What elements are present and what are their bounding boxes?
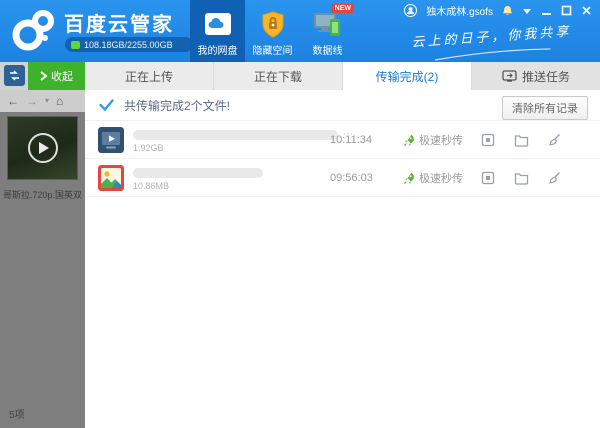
dropdown-caret-icon[interactable]: ▾	[45, 97, 49, 105]
transfer-tabs: 正在上传 正在下载 传输完成(2) 推送任务	[85, 62, 600, 90]
nav-item-hidden-space[interactable]: 隐藏空间	[245, 0, 300, 62]
header: 百度云管家 108.18GB/2255.00GB 我的网盘 隐藏空间 NEW 数…	[0, 0, 600, 62]
storage-progress-fill	[71, 40, 80, 49]
tab-label: 传输完成(2)	[375, 69, 439, 84]
browser-nav-strip: ← → ▾ ⌂	[0, 90, 85, 112]
titlebar-controls: 独木成林.gsofs	[404, 3, 592, 18]
play-triangle	[39, 142, 49, 154]
forward-arrow-icon[interactable]: →	[26, 95, 38, 107]
rocket-icon	[404, 172, 414, 184]
avatar[interactable]	[404, 4, 418, 17]
chevron-down-icon[interactable]	[522, 7, 532, 15]
rocket-icon	[404, 134, 414, 146]
tab-uploading[interactable]: 正在上传	[85, 62, 214, 90]
tab-label: 正在上传	[124, 69, 173, 84]
file-size: 10.86MB	[133, 181, 170, 191]
rapid-upload-label: 极速秒传	[419, 135, 463, 147]
share-icon[interactable]	[480, 170, 496, 186]
file-row[interactable]: ⋯ 1.92GB 10:11:34 极速秒传	[85, 121, 600, 159]
tab-downloading[interactable]: 正在下载	[214, 62, 343, 90]
maximize-icon[interactable]	[561, 5, 572, 16]
push-monitor-icon	[502, 70, 517, 82]
redacted-filename	[133, 130, 338, 140]
file-time: 09:56:03	[330, 172, 373, 184]
close-icon[interactable]	[581, 5, 592, 16]
file-size: 1.92GB	[133, 143, 164, 153]
storage-text: 108.18GB/2255.00GB	[84, 39, 173, 50]
app-window: 百度云管家 108.18GB/2255.00GB 我的网盘 隐藏空间 NEW 数…	[0, 0, 600, 428]
nav-label: 数据线	[312, 46, 343, 57]
chevron-right-icon	[40, 71, 47, 81]
check-icon	[99, 99, 114, 111]
minimize-icon[interactable]	[541, 5, 552, 16]
video-thumbnail[interactable]	[7, 116, 78, 180]
collapse-label: 收起	[51, 71, 73, 83]
image-file-icon	[98, 165, 124, 191]
tab-completed[interactable]: 传输完成(2)	[343, 62, 472, 90]
summary-row: 共传输完成2个文件! 清除所有记录	[85, 90, 600, 121]
dimmed-sidebar: ← → ▾ ⌂ 哥斯拉.720p.国英双 5项	[0, 90, 85, 428]
my-drive-cloud-icon	[204, 8, 232, 40]
nav-label: 我的网盘	[197, 46, 238, 57]
slogan-underline	[434, 48, 551, 61]
file-row[interactable]: 10.86MB 09:56:03 极速秒传	[85, 159, 600, 197]
transfer-mini-icon[interactable]	[4, 65, 25, 86]
header-nav: 我的网盘 隐藏空间 NEW 数据线	[190, 0, 355, 62]
nav-item-data-line[interactable]: NEW 数据线	[300, 0, 355, 62]
open-folder-icon[interactable]	[513, 170, 529, 186]
tab-label: 正在下载	[253, 69, 302, 84]
redacted-filename	[133, 168, 263, 178]
bell-icon[interactable]	[502, 5, 513, 17]
clear-all-records-button[interactable]: 清除所有记录	[502, 96, 588, 120]
baidu-cloud-logo-icon	[12, 10, 54, 51]
home-icon[interactable]: ⌂	[56, 95, 63, 107]
share-icon[interactable]	[480, 132, 496, 148]
nav-item-my-drive[interactable]: 我的网盘	[190, 0, 245, 62]
play-button-icon[interactable]	[27, 133, 58, 163]
app-title: 百度云管家	[64, 14, 174, 36]
collapse-button[interactable]: 收起	[28, 62, 85, 90]
open-folder-icon[interactable]	[513, 132, 529, 148]
nav-label: 隐藏空间	[252, 46, 293, 57]
broom-icon[interactable]	[546, 132, 562, 148]
rapid-upload-badge: 极速秒传	[403, 170, 463, 186]
new-badge: NEW	[331, 4, 354, 13]
tab-push-tasks[interactable]: 推送任务	[472, 62, 600, 90]
back-arrow-icon[interactable]: ←	[7, 95, 19, 107]
file-time: 10:11:34	[330, 134, 373, 146]
rapid-upload-badge: 极速秒传	[403, 132, 463, 148]
completed-transfers-panel: 共传输完成2个文件! 清除所有记录 ⋯ 1.92GB 10:11:34 极速秒传…	[85, 90, 600, 428]
items-count: 5项	[9, 410, 25, 421]
slogan-text: 云上的日子，你我共享	[411, 24, 572, 51]
rapid-upload-label: 极速秒传	[419, 173, 463, 185]
tab-label: 推送任务	[521, 69, 570, 84]
video-file-icon	[98, 127, 124, 153]
summary-text: 共传输完成2个文件!	[124, 98, 231, 113]
video-caption: 哥斯拉.720p.国英双	[2, 190, 83, 200]
toolbar: 收起 正在上传 正在下载 传输完成(2) 推送任务	[0, 62, 600, 90]
username[interactable]: 独木成林.gsofs	[426, 3, 493, 18]
broom-icon[interactable]	[546, 170, 562, 186]
hidden-space-shield-lock-icon	[261, 8, 285, 40]
storage-meter: 108.18GB/2255.00GB	[65, 37, 193, 52]
